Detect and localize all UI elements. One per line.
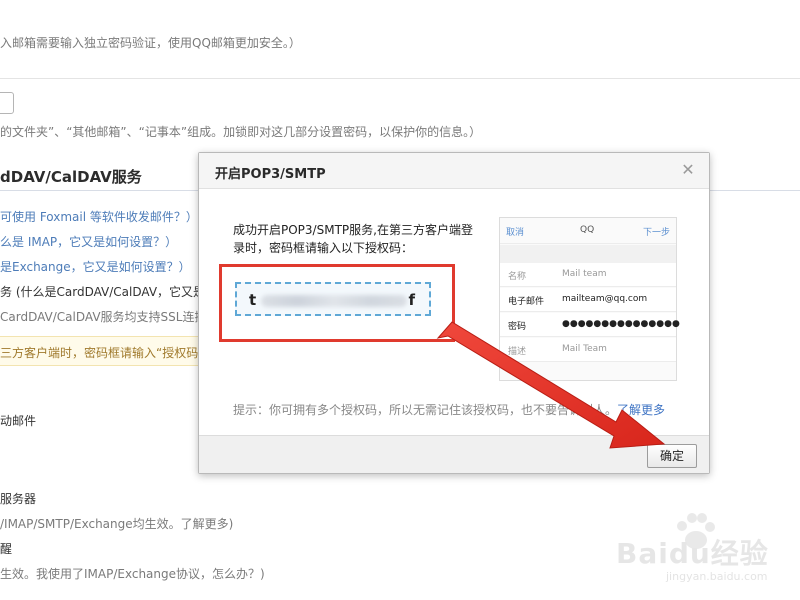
pop3-smtp-dialog: 开启POP3/SMTP ✕ 成功开启POP3/SMTP服务,在第三方客户端登录时… [198, 152, 710, 474]
illustration-row: 描述 Mail Team [500, 338, 676, 362]
row-value: mailteam@qq.com [562, 294, 648, 304]
foxmail-help-link[interactable]: 可使用 Foxmail 等软件收发邮件？） [0, 208, 198, 225]
dialog-body: 成功开启POP3/SMTP服务,在第三方客户端登录时，密码框请输入以下授权码： … [199, 189, 709, 435]
hint-text: 提示：你可拥有多个授权码，所以无需记住该授权码，也不要告诉别人。了解更多 [233, 401, 665, 418]
lock-description: 的文件夹”、“其他邮箱”、“记事本”组成。加锁即对这几部分设置密码，以保护你的信… [0, 125, 482, 139]
server-description: /IMAP/SMTP/Exchange均生效。了解更多) [0, 517, 234, 531]
learn-more-link[interactable]: 了解更多 [617, 403, 665, 417]
illustration-row: 密码 ●●●●●●●●●●●●●●● [500, 313, 680, 337]
illustration-row: 名称 Mail team [500, 263, 676, 287]
server-label: 服务器 [0, 492, 37, 506]
row-key: 名称 [508, 272, 527, 282]
client-setup-illustration: 取消 QQ 下一步 名称 Mail team 电子邮件 mailteam@qq.… [499, 217, 680, 381]
dialog-header: 开启POP3/SMTP ✕ [199, 153, 709, 189]
row-value: ●●●●●●●●●●●●●●● [562, 319, 680, 329]
dialog-title: 开启POP3/SMTP [215, 167, 326, 182]
carddav-service-label: 务 (什么是CardDAV/CalDAV，它又是 [0, 285, 206, 299]
row-key: 描述 [508, 347, 527, 357]
watermark-url: jingyan.baidu.com [666, 570, 768, 583]
illustration-gap [500, 245, 676, 263]
divider [0, 78, 800, 79]
lock-toggle-button[interactable] [0, 92, 14, 114]
close-icon[interactable]: ✕ [679, 161, 697, 179]
watermark-brand: Baidu经验 [616, 537, 769, 570]
receive-mail-label: 动邮件 [0, 414, 37, 428]
auth-code-notice-text: 三方客户端时，密码框请输入“授权码” [0, 346, 205, 360]
baidu-watermark: Baidu经验 jingyan.baidu.com [612, 512, 782, 592]
confirm-button[interactable]: 确定 [647, 444, 697, 468]
auth-code-notice: 三方客户端时，密码框请输入“授权码” [0, 336, 215, 366]
row-value: Mail Team [562, 344, 607, 354]
ssl-note: CardDAV/CalDAV服务均支持SSL连接 [0, 310, 207, 324]
hint-message: 提示：你可拥有多个授权码，所以无需记住该授权码，也不要告诉别人。 [233, 403, 618, 417]
illustration-title: QQ [580, 225, 595, 235]
section-title: dDAV/CalDAV服务 [0, 168, 142, 186]
red-highlight-box [219, 264, 455, 342]
dialog-footer: 确定 [199, 435, 709, 473]
reminder-description: 生效。我使用了IMAP/Exchange协议，怎么办？) [0, 567, 265, 581]
imap-help-link[interactable]: 么是 IMAP，它又是如何设置？） [0, 233, 177, 250]
row-key: 电子邮件 [508, 297, 545, 307]
illustration-row: 电子邮件 mailteam@qq.com [500, 288, 676, 312]
success-message: 成功开启POP3/SMTP服务,在第三方客户端登录时，密码框请输入以下授权码： [233, 223, 473, 255]
row-key: 密码 [508, 322, 527, 332]
security-description: 入邮箱需要输入独立密码验证，使用QQ邮箱更加安全。） [0, 36, 301, 50]
illustration-navbar: 取消 QQ 下一步 [500, 218, 676, 244]
illustration-cancel: 取消 [506, 228, 525, 238]
reminder-label: 醒 [0, 542, 13, 556]
exchange-help-link[interactable]: 是Exchange，它又是如何设置？） [0, 258, 191, 275]
row-value: Mail team [562, 269, 607, 279]
illustration-next: 下一步 [642, 228, 670, 238]
